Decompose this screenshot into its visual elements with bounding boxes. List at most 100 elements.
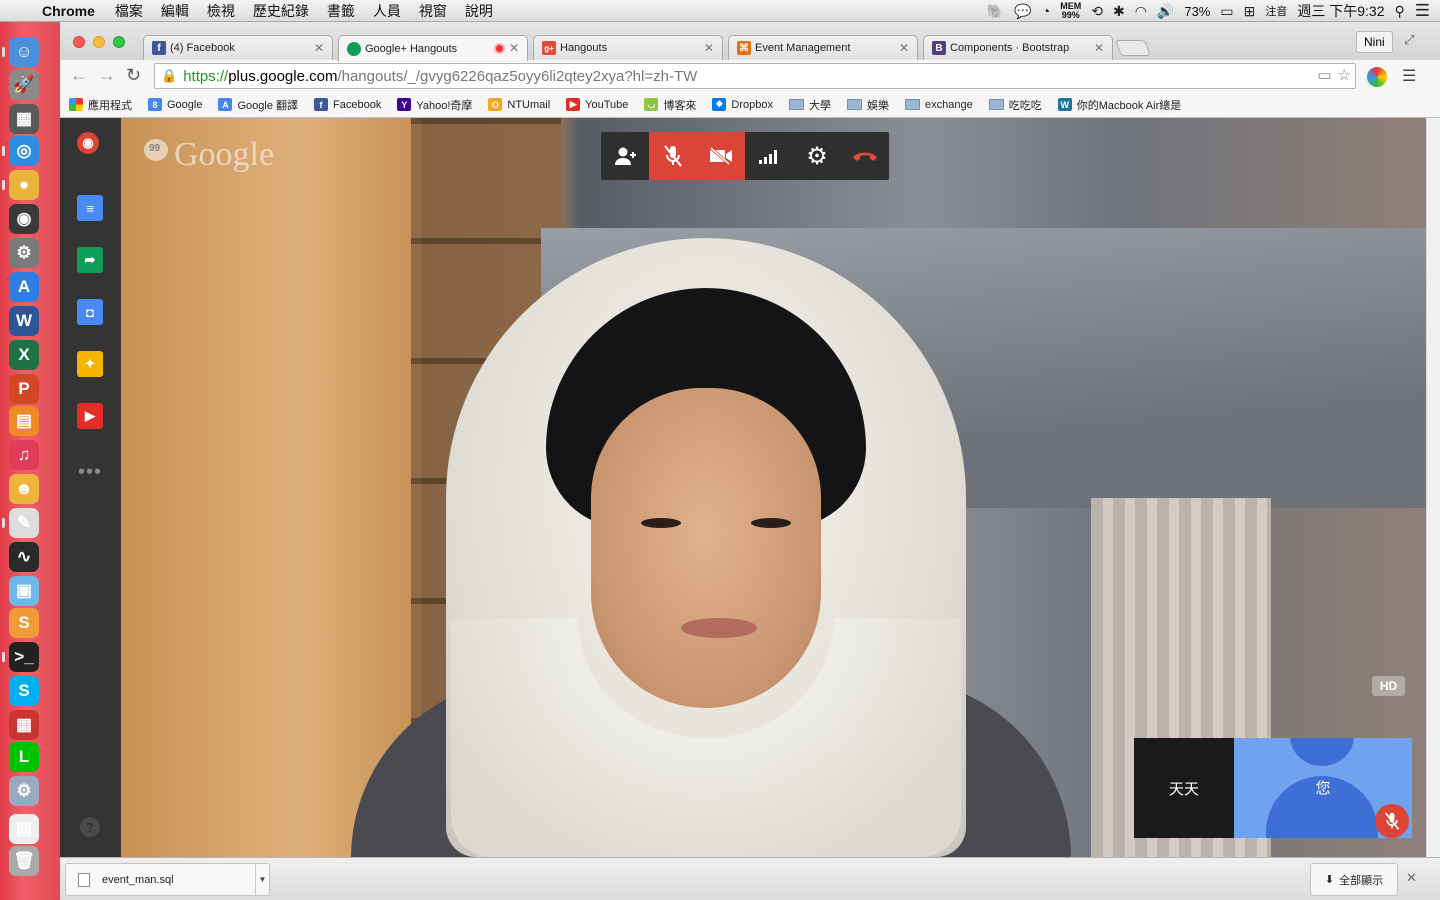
preview-icon[interactable]: ▣ [9, 576, 39, 606]
utility-icon[interactable]: ⚙ [9, 776, 39, 806]
tab-bootstrap[interactable]: B Components · Bootstrap ✕ [923, 35, 1113, 60]
more-apps-icon[interactable]: ••• [78, 461, 102, 484]
bookmark-item[interactable]: 應用程式 [69, 97, 132, 113]
hang-up-button[interactable] [841, 132, 889, 180]
bookmark-item[interactable]: 大學 [788, 97, 831, 113]
effects-icon[interactable]: ✦ [77, 351, 103, 377]
menu-bookmarks[interactable]: 書籤 [327, 1, 355, 21]
hangouts-toolbox-icon[interactable]: ◉ [77, 132, 99, 154]
activity-monitor-icon[interactable]: ∿ [9, 542, 39, 572]
close-download-shelf-icon[interactable]: ✕ [1406, 870, 1417, 886]
close-tab-icon[interactable]: ✕ [509, 41, 519, 55]
volume-icon[interactable]: 🔊 [1157, 3, 1174, 20]
input-method-icon[interactable]: ⊞ [1244, 3, 1256, 20]
bluetooth-icon[interactable]: ✱ [1113, 3, 1125, 20]
minimize-window-button[interactable] [93, 36, 105, 48]
chat-icon[interactable]: ≡ [77, 195, 103, 221]
bookmark-item[interactable]: 娛樂 [846, 97, 889, 113]
close-tab-icon[interactable]: ✕ [899, 41, 909, 55]
input-method-label[interactable]: 注音 [1265, 3, 1287, 19]
screenshare-icon[interactable]: ➦ [77, 247, 103, 273]
app-menu[interactable]: Chrome [42, 3, 95, 19]
turn-off-camera-button[interactable] [697, 132, 745, 180]
notification-center-icon[interactable]: ☰ [1415, 1, 1430, 21]
camera-indicator-icon[interactable]: ▭ [1317, 66, 1331, 84]
bookmark-item[interactable]: A Google 翻譯 [218, 97, 298, 113]
downloads-stack-icon[interactable]: ▤ [9, 814, 39, 844]
close-tab-icon[interactable]: ✕ [1094, 41, 1104, 55]
menu-edit[interactable]: 編輯 [161, 1, 189, 21]
itunes-icon[interactable]: ♫ [9, 440, 39, 470]
mission-control-icon[interactable]: ▦ [9, 104, 39, 134]
memory-monitor[interactable]: MEM 99% [1060, 2, 1081, 20]
photo-booth-icon[interactable]: ◉ [9, 204, 39, 234]
bookmark-star-icon[interactable]: ☆ [1338, 66, 1351, 84]
menu-window[interactable]: 視窗 [419, 1, 447, 21]
ibooks-icon[interactable]: ▤ [9, 406, 39, 436]
chrome-menu-icon[interactable]: ☰ [1402, 66, 1416, 86]
chevron-down-icon[interactable]: ▼ [255, 864, 269, 895]
word-icon[interactable]: W [9, 306, 39, 336]
menu-people[interactable]: 人員 [373, 1, 401, 21]
menu-history[interactable]: 歷史紀錄 [253, 1, 309, 21]
evernote-icon[interactable]: 🐘 [987, 3, 1004, 20]
settings-button[interactable]: ⚙ [793, 132, 841, 180]
bookmark-item[interactable]: 8 Google [148, 98, 202, 111]
terminal-icon[interactable]: >_ [9, 642, 39, 672]
bookmark-item[interactable]: ◡ 博客來 [644, 97, 696, 113]
excel-icon[interactable]: X [9, 340, 39, 370]
powerpoint-icon[interactable]: P [9, 374, 39, 404]
sublime-text-icon[interactable]: S [9, 608, 39, 638]
bookmark-item[interactable]: f Facebook [314, 98, 381, 111]
bookmark-item[interactable]: exchange [904, 99, 973, 111]
download-item[interactable]: event_man.sql ▼ [65, 863, 270, 896]
chrome-extension-icon[interactable] [1367, 67, 1387, 87]
bookmark-item[interactable]: Y Yahoo!奇摩 [397, 97, 472, 113]
back-arrow-icon[interactable]: ← [70, 65, 88, 86]
youtube-icon[interactable]: ▶ [77, 403, 103, 429]
close-tab-icon[interactable]: ✕ [704, 41, 714, 55]
tab-event-management[interactable]: ⌘ Event Management ✕ [728, 35, 918, 60]
battery-percentage[interactable]: 73% [1184, 4, 1210, 19]
launchpad-icon[interactable]: 🚀 [9, 70, 39, 100]
help-icon[interactable]: ? [80, 817, 100, 837]
wifi-icon[interactable]: ◠ [1135, 3, 1147, 20]
menu-file[interactable]: 檔案 [115, 1, 143, 21]
qq-icon[interactable]: ☻ [9, 474, 39, 504]
trash-icon[interactable]: 🗑 [9, 846, 39, 876]
show-all-downloads-button[interactable]: ⬇ 全部顯示 [1310, 863, 1398, 896]
safari-icon[interactable]: ◎ [9, 136, 39, 166]
reload-icon[interactable]: ↻ [126, 65, 141, 86]
battery-icon[interactable]: ▭ [1220, 3, 1233, 20]
close-window-button[interactable] [73, 36, 85, 48]
app-icon[interactable]: ▦ [9, 710, 39, 740]
textedit-icon[interactable]: ✎ [9, 508, 39, 538]
menu-view[interactable]: 檢視 [207, 1, 235, 21]
capture-icon[interactable]: ◘ [77, 299, 103, 325]
tab-facebook[interactable]: f (4) Facebook ✕ [143, 35, 333, 60]
profile-button[interactable]: Nini [1356, 31, 1393, 53]
mute-mic-button[interactable] [649, 132, 697, 180]
chrome-icon[interactable]: ● [9, 170, 39, 200]
line-icon[interactable]: L [9, 742, 39, 772]
page-scrollbar[interactable] [1426, 118, 1440, 857]
bandwidth-button[interactable] [745, 132, 793, 180]
time-machine-icon[interactable]: ⟲ [1091, 3, 1103, 20]
bookmark-item[interactable]: ❖ Dropbox [712, 98, 773, 111]
speedometer-icon[interactable]: ◔ [1042, 3, 1050, 19]
bookmark-item[interactable]: 吃吃吃 [988, 97, 1042, 113]
address-bar[interactable]: 🔒 https:// plus.google.com /hangouts/_/g… [154, 63, 1356, 89]
spotlight-search-icon[interactable]: ⚲ [1394, 3, 1404, 20]
fullscreen-icon[interactable]: ⤢ [1404, 32, 1414, 48]
forward-arrow-icon[interactable]: → [98, 65, 116, 86]
close-tab-icon[interactable]: ✕ [314, 41, 324, 55]
new-tab-button[interactable] [1115, 40, 1151, 56]
bookmark-item[interactable]: O NTUmail [488, 98, 550, 111]
chat-bubble-icon[interactable]: 💬 [1014, 3, 1031, 20]
menu-help[interactable]: 說明 [465, 1, 493, 21]
bookmark-item[interactable]: ▶ YouTube [566, 98, 628, 111]
bookmark-item[interactable]: W 你的Macbook Air總是 [1057, 97, 1181, 113]
system-preferences-icon[interactable]: ⚙ [9, 238, 39, 268]
zoom-window-button[interactable] [113, 36, 125, 48]
participant-tile-remote[interactable]: 天天 [1134, 738, 1234, 838]
